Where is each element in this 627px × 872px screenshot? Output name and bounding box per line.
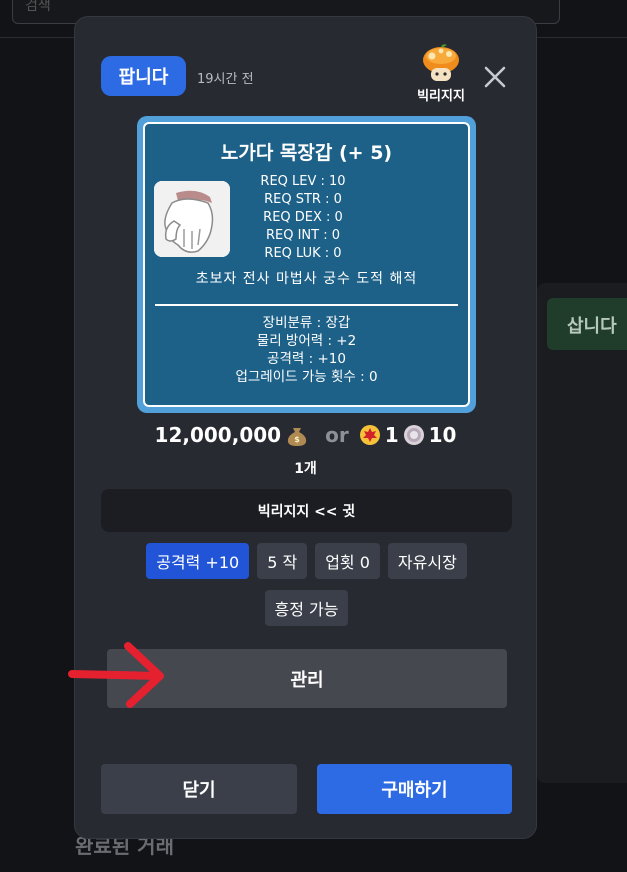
price-row: 12,000,000 $ or 1 10 xyxy=(75,423,536,447)
tag-list: 공격력 +10 5 작 업횟 0 자유시장 흥정 가능 xyxy=(101,543,512,637)
time-ago: 19시간 전 xyxy=(197,72,254,87)
seller-name: 빅리지지 xyxy=(417,89,465,104)
tag-negotiable: 흥정 가능 xyxy=(264,590,349,626)
req-dex: REQ DEX : 0 xyxy=(263,210,343,225)
price-or: or xyxy=(325,423,349,447)
req-luk: REQ LUK : 0 xyxy=(264,246,342,261)
tag-row-1: 공격력 +10 5 작 업횟 0 자유시장 xyxy=(101,543,512,579)
req-str: REQ STR : 0 xyxy=(264,192,342,207)
glove-item-icon xyxy=(154,181,230,257)
background-buy-tab-label: 삽니다 xyxy=(567,316,617,337)
mushroom-avatar-icon xyxy=(423,44,459,81)
whisper-message: 빅리지지 << 귓 xyxy=(101,489,512,532)
coin-icon xyxy=(403,425,424,445)
stat-upgrades: 업그레이드 가능 횟수 : 0 xyxy=(235,369,378,385)
maple-point-amount: 1 xyxy=(384,423,399,447)
item-divider xyxy=(155,304,458,306)
tag-scroll: 5 작 xyxy=(257,543,308,579)
trade-detail-modal: 팝니다 19시간 전 빅리지지 노가다 목장갑 (+ 5) REQ LEV: … xyxy=(74,16,537,839)
meso-price: 12,000,000 xyxy=(154,423,282,447)
req-level: REQ LEV : 10 xyxy=(260,174,346,189)
req-int: REQ INT : 0 xyxy=(265,228,341,243)
coin-amount: 10 xyxy=(428,423,457,447)
tag-attack: 공격력 +10 xyxy=(146,543,250,579)
background-search-text: 검색 xyxy=(25,0,51,14)
tag-upgrades: 업횟 0 xyxy=(315,543,380,579)
buy-button[interactable]: 구매하기 xyxy=(317,764,512,814)
item-tooltip-card: 노가다 목장갑 (+ 5) REQ LEV : 10 REQ STR : 0 R… xyxy=(137,116,476,413)
maple-point-icon xyxy=(359,425,380,445)
close-icon[interactable] xyxy=(483,65,507,89)
stat-category: 장비분류 : 장갑 xyxy=(262,315,351,331)
background-card xyxy=(537,283,627,783)
job-list: 초보자 전사 마법사 궁수 도적 해적 xyxy=(195,271,418,287)
requirements-list: REQ LEV : 10 REQ STR : 0 REQ DEX : 0 REQ… xyxy=(255,173,351,263)
tag-free-market: 자유시장 xyxy=(387,543,467,579)
svg-text:$: $ xyxy=(294,435,300,444)
tag-row-2: 흥정 가능 xyxy=(101,590,512,626)
item-tooltip-inner: 노가다 목장갑 (+ 5) REQ LEV : 10 REQ STR : 0 R… xyxy=(143,122,470,407)
item-stats: 장비분류 : 장갑 물리 방어력 : +2 공격력 : +10 업그레이드 가능… xyxy=(145,314,468,386)
meso-bag-icon: $ xyxy=(287,428,307,446)
stat-defense: 물리 방어력 : +2 xyxy=(256,333,357,349)
quantity: 1개 xyxy=(294,461,317,477)
sell-badge: 팝니다 xyxy=(101,56,186,96)
red-arrow-icon xyxy=(68,642,164,708)
stat-attack: 공격력 : +10 xyxy=(267,351,346,367)
background-buy-tab: 삽니다 xyxy=(547,298,627,350)
item-name: 노가다 목장갑 (+ 5) xyxy=(220,142,393,164)
close-button[interactable]: 닫기 xyxy=(101,764,297,814)
seller-profile[interactable]: 빅리지지 xyxy=(411,43,471,104)
